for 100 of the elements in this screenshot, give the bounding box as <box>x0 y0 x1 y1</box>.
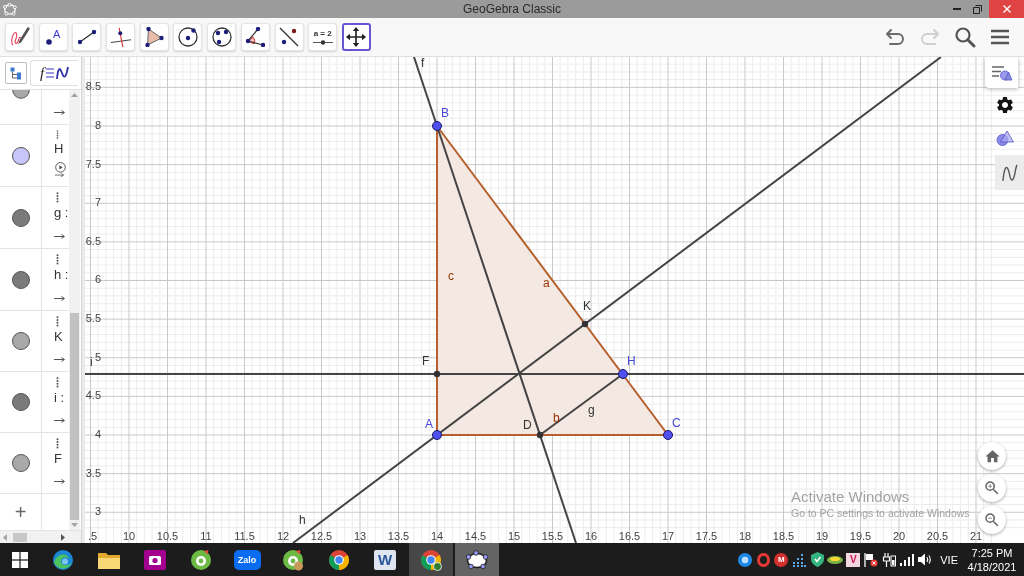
search-button[interactable] <box>954 26 976 48</box>
logo-tile: Zalo <box>233 549 261 570</box>
arrow-icon <box>54 418 65 423</box>
object-label: H <box>54 141 64 157</box>
arrow-icon <box>54 357 65 362</box>
search-icon <box>954 26 976 48</box>
point-dot <box>433 370 441 378</box>
zoom-in-button[interactable] <box>978 474 1006 502</box>
taskbar-button[interactable] <box>455 543 499 576</box>
redo-icon <box>920 28 940 46</box>
axis-tick-label: 8.5 <box>85 80 101 93</box>
ellipse-dots-icon <box>465 549 489 570</box>
circle-three-points-icon <box>211 27 232 47</box>
axis-tick-label: 20 <box>892 529 906 542</box>
clock-time[interactable]: 7:25 PM <box>971 545 1013 560</box>
axis-tick-label: 6 <box>94 273 101 286</box>
speaker-icon[interactable] <box>917 553 933 566</box>
angle-icon <box>245 27 266 47</box>
axis-tick-label: 19.5 <box>849 529 872 542</box>
object-label: h : <box>54 267 69 282</box>
point-dot <box>432 430 442 440</box>
scrollbar-thumb[interactable] <box>70 313 79 520</box>
undo-icon <box>885 28 905 46</box>
curve-icon <box>1001 163 1018 182</box>
axis-tick-label: 12.5 <box>310 529 333 542</box>
close-icon <box>1002 5 1011 13</box>
vertical-dots-icon <box>56 438 59 449</box>
windows-logo-icon <box>12 551 28 568</box>
dots-grid-icon[interactable] <box>792 552 807 567</box>
axis-tick-label: 11.5 <box>234 529 255 542</box>
axis-tick-label: 17 <box>661 529 675 542</box>
lines-shapes-icon <box>990 64 1013 81</box>
plug-icon[interactable] <box>882 552 897 567</box>
object-label: g : <box>54 205 69 220</box>
letter-tile[interactable]: V <box>846 552 861 567</box>
clock-date[interactable]: 4/18/2021 <box>967 559 1017 574</box>
point-label: D <box>523 418 532 433</box>
perpendicular-lines-icon <box>109 26 132 48</box>
axis-tick-label: 5.5 <box>85 312 101 325</box>
home-button[interactable] <box>978 442 1006 470</box>
point-dot <box>618 369 628 379</box>
home-icon <box>983 447 1001 465</box>
logo-tile: W <box>374 549 396 570</box>
axis-tick-label: 15 <box>507 529 521 542</box>
undo-button[interactable] <box>884 26 906 48</box>
axis-tick-label: 15.5 <box>541 529 564 542</box>
disc-icon[interactable] <box>738 552 753 567</box>
lines-curve-icon <box>45 66 70 80</box>
axis-tick-label: 10 <box>122 529 136 542</box>
leaf-icon[interactable] <box>827 554 844 565</box>
arrow-icon <box>54 479 65 484</box>
flag-icon[interactable] <box>864 552 879 567</box>
tool-button[interactable]: a = 2 <box>308 23 338 51</box>
axis-tick-label: 14.5 <box>464 529 487 542</box>
input-style-button[interactable]: f <box>30 60 78 86</box>
axis-tick-label: 7.5 <box>85 157 101 170</box>
language-indicator[interactable]: VIE <box>940 553 958 566</box>
axis-tick-label: 4.5 <box>85 389 101 402</box>
axis-tick-label: .5 <box>88 529 98 542</box>
letter-badge[interactable]: M <box>774 552 789 567</box>
axis-tick-label: 19 <box>815 529 829 542</box>
tool-button[interactable] <box>341 23 371 51</box>
add-button[interactable]: + <box>14 502 27 522</box>
shield-icon[interactable] <box>810 552 824 567</box>
tool-button[interactable]: A <box>38 23 68 51</box>
point-label: F <box>422 354 430 369</box>
point-reflection-icon <box>279 27 299 47</box>
axis-tick-label: 8 <box>94 118 101 131</box>
ring-logo-icon <box>190 548 212 571</box>
scrollbar-thumb[interactable] <box>13 532 27 542</box>
description-toggle-button[interactable] <box>5 62 27 84</box>
axis-tick-label: 16 <box>584 529 598 542</box>
zoom-out-button[interactable] <box>978 506 1006 534</box>
axis-tick-label: 13.5 <box>387 529 410 542</box>
ring-icon[interactable] <box>756 552 770 567</box>
taskbar-button[interactable]: W <box>363 543 407 576</box>
tree-icon <box>9 66 23 80</box>
point-label: B <box>441 106 449 121</box>
vertical-dots-icon <box>56 130 59 140</box>
axis-tick-label: 14 <box>430 529 444 542</box>
taskbar-button[interactable]: Zalo <box>225 543 269 576</box>
zoom-in-icon <box>983 479 1001 497</box>
point-label: A <box>425 417 433 432</box>
vertical-dots-icon <box>56 254 59 265</box>
signal-bars-icon[interactable] <box>900 553 915 566</box>
segment-label: a <box>543 276 550 291</box>
triangle-icon <box>144 27 165 47</box>
axis-tick-label: 13 <box>353 529 367 542</box>
point-label: K <box>583 299 591 314</box>
swirl-icon <box>52 548 74 571</box>
restore-icon <box>972 4 982 14</box>
segment-label: c <box>448 269 454 284</box>
axis-tick-label: 18.5 <box>772 529 795 542</box>
axis-tick-label: 17.5 <box>695 529 718 542</box>
vertical-dots-icon <box>56 192 59 203</box>
scroll-right-icon[interactable] <box>61 533 65 541</box>
axis-tick-label: 12 <box>276 529 290 542</box>
play-icon[interactable] <box>54 162 67 173</box>
minimize-icon <box>953 8 961 10</box>
pencil-scribble-icon <box>8 26 31 48</box>
